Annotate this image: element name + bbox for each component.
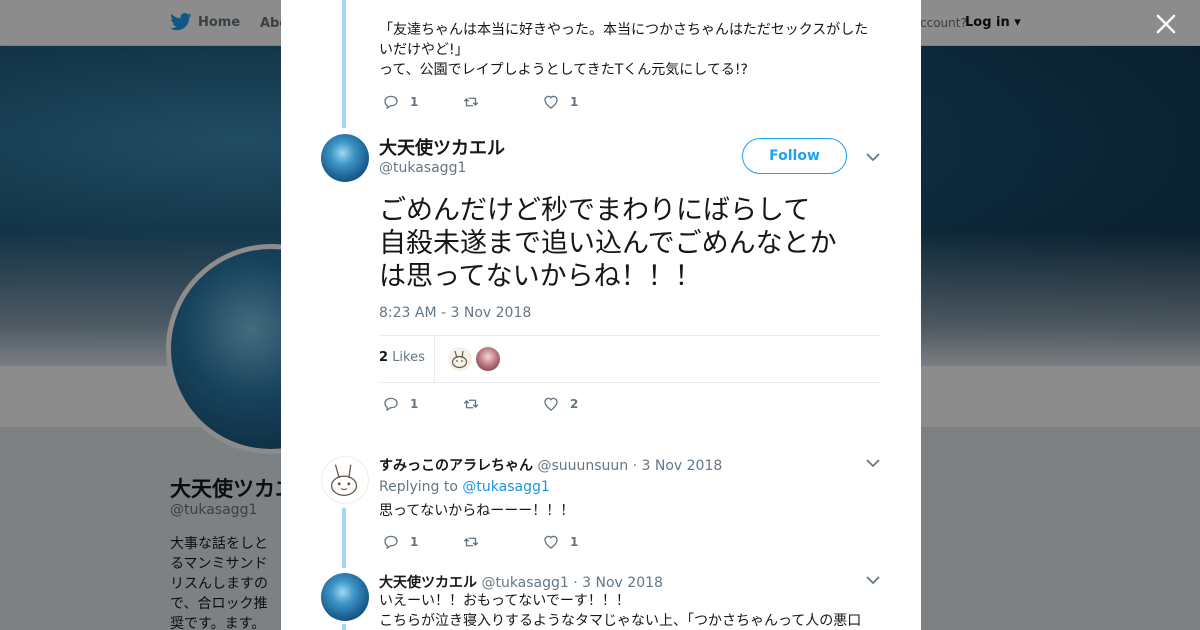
- divider: [379, 382, 881, 383]
- like-count: 2: [570, 397, 579, 411]
- retweet-button[interactable]: [462, 533, 542, 551]
- retweet-icon: [463, 399, 479, 409]
- thread-connector: [342, 508, 346, 568]
- reply-header: 大天使ツカエル @tukasagg1 · 3 Nov 2018: [379, 572, 663, 592]
- reply-author-name[interactable]: すみっこのアラレちゃん: [379, 458, 533, 474]
- heart-icon: [544, 397, 558, 411]
- tweet-text-line: いえーい！！おもってないでーす！！！: [379, 593, 630, 609]
- tweet-text-line: は思ってないからね！！！: [379, 261, 702, 292]
- heart-icon: [544, 535, 558, 549]
- chevron-down-icon[interactable]: [866, 152, 880, 162]
- tweet-text-line: いだけやど!」: [379, 42, 469, 58]
- reply-author-name[interactable]: 大天使ツカエル: [379, 575, 477, 591]
- reply-button[interactable]: 1: [382, 395, 462, 413]
- previous-tweet-actions: 1 1: [382, 93, 622, 111]
- tweet-text-line: ごめんだけど秒でまわりにばらして: [379, 195, 811, 226]
- likes-label: Likes: [392, 350, 425, 365]
- like-button[interactable]: 2: [542, 395, 622, 413]
- reply-header: すみっこのアラレちゃん @suuunsuun · 3 Nov 2018: [379, 455, 722, 475]
- retweet-button[interactable]: [462, 395, 542, 413]
- like-button[interactable]: 1: [542, 93, 622, 111]
- main-tweet-text: ごめんだけど秒でまわりにばらして 自殺未遂まで追い込んでごめんなとか は思ってな…: [379, 194, 879, 293]
- like-button[interactable]: 1: [542, 533, 622, 551]
- reply-icon: [384, 95, 398, 110]
- divider: [434, 336, 435, 382]
- likes-number: 2: [379, 350, 389, 365]
- tweet-timestamp[interactable]: 8:23 AM - 3 Nov 2018: [379, 305, 531, 321]
- reply-text: 思ってないからねーーー！！！: [379, 503, 575, 519]
- replying-to-label: Replying to: [379, 479, 458, 495]
- retweet-icon: [463, 97, 479, 107]
- reply-button[interactable]: 1: [382, 93, 462, 111]
- liker-avatar[interactable]: [476, 347, 500, 371]
- follow-button[interactable]: Follow: [742, 138, 847, 174]
- reply-actions: 1 1: [382, 533, 622, 551]
- previous-tweet-text: 「友達ちゃんは本当に好きやった。本当につかさちゃんはただセックスがした いだけや…: [379, 20, 879, 80]
- tweet-text-line: 自殺未遂まで追い込んでごめんなとか: [379, 228, 837, 259]
- divider: [379, 335, 881, 336]
- mention-link[interactable]: @tukasagg1: [462, 479, 549, 495]
- like-count: 1: [570, 535, 579, 549]
- chevron-down-icon[interactable]: [866, 458, 880, 468]
- heart-icon: [544, 95, 558, 109]
- tweet-text-line: って、公園でレイプしようとしてきたTくん元気にしてる!?: [379, 62, 748, 78]
- thread-connector: [342, 624, 346, 630]
- chevron-down-icon[interactable]: [866, 575, 880, 585]
- reply-button[interactable]: 1: [382, 533, 462, 551]
- reply-date[interactable]: · 3 Nov 2018: [573, 575, 663, 591]
- reply-count: 1: [410, 535, 419, 549]
- reply-count: 1: [410, 95, 419, 109]
- tweet-text-line: 「友達ちゃんは本当に好きやった。本当につかさちゃんはただセックスがした: [379, 22, 869, 38]
- close-icon[interactable]: [1154, 12, 1178, 36]
- reply-author-avatar[interactable]: [321, 456, 369, 504]
- author-avatar[interactable]: [321, 134, 369, 182]
- reply-text: いえーい！！おもってないでーす！！！ こちらが泣き寝入りするようなタマじゃない上…: [379, 591, 879, 630]
- retweet-button[interactable]: [462, 93, 542, 111]
- replying-to: Replying to @tukasagg1: [379, 479, 550, 495]
- thread-connector: [342, 0, 346, 128]
- tweet-permalink-modal: 「友達ちゃんは本当に好きやった。本当につかさちゃんはただセックスがした いだけや…: [281, 0, 921, 630]
- tweet-text-line: こちらが泣き寝入りするようなタマじゃない上、「つかさちゃんって人の悪口: [379, 613, 862, 629]
- likes-stat[interactable]: 2 Likes: [379, 350, 425, 365]
- reply-count: 1: [410, 397, 419, 411]
- reply-icon: [384, 397, 398, 412]
- like-count: 1: [570, 95, 579, 109]
- reply-author-handle[interactable]: @tukasagg1: [481, 575, 568, 591]
- retweet-icon: [463, 537, 479, 547]
- bunny-drawing-icon: [330, 464, 358, 497]
- reply-icon: [384, 535, 398, 550]
- reply-date[interactable]: · 3 Nov 2018: [633, 458, 723, 474]
- reply-author-avatar[interactable]: [321, 573, 369, 621]
- author-handle[interactable]: @tukasagg1: [379, 160, 466, 176]
- bunny-drawing-icon: [451, 350, 468, 369]
- author-name[interactable]: 大天使ツカエル: [379, 134, 505, 160]
- main-tweet-actions: 1 2: [382, 395, 622, 413]
- reply-author-handle[interactable]: @suuunsuun: [537, 458, 628, 474]
- liker-avatar[interactable]: [448, 347, 472, 371]
